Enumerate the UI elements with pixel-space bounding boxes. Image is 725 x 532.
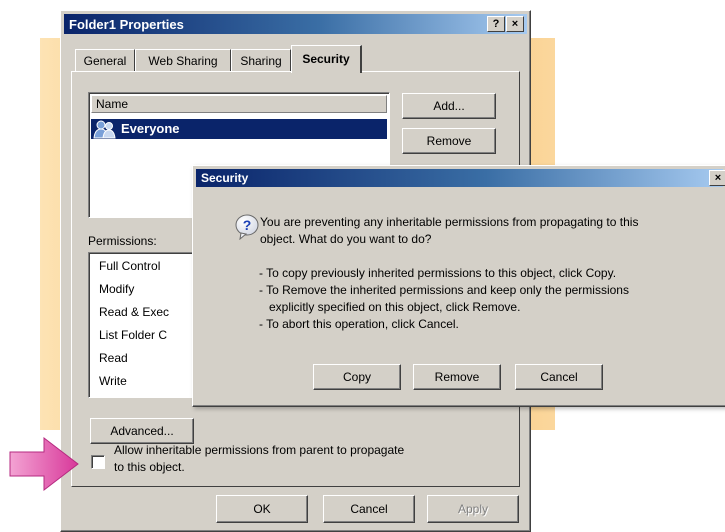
tab-web-sharing[interactable]: Web Sharing	[135, 49, 231, 72]
security-dialog: Security × ? You are preventing any inhe…	[192, 165, 725, 407]
permission-list-folder[interactable]: List Folder C	[99, 328, 167, 342]
inherit-checkbox-label-line-2: to this object.	[114, 460, 185, 474]
cancel-button[interactable]: Cancel	[323, 495, 415, 523]
apply-button[interactable]: Apply	[427, 495, 519, 523]
inherit-permissions-checkbox[interactable]	[91, 455, 105, 469]
security-dialog-title: Security	[201, 171, 249, 185]
dialog-message-line-1: You are preventing any inheritable permi…	[260, 215, 639, 229]
permission-full-control[interactable]: Full Control	[99, 259, 160, 273]
dialog-close-button[interactable]: ×	[709, 170, 725, 186]
tab-sharing[interactable]: Sharing	[231, 49, 291, 72]
ok-button[interactable]: OK	[216, 495, 308, 523]
everyone-label: Everyone	[121, 121, 180, 136]
list-item-everyone[interactable]: Everyone	[91, 119, 387, 139]
question-glyph: ?	[243, 217, 252, 233]
add-button[interactable]: Add...	[402, 93, 496, 119]
question-icon: ?	[235, 214, 259, 241]
users-group-icon	[93, 119, 117, 139]
close-button[interactable]: ×	[506, 16, 524, 32]
permission-write[interactable]: Write	[99, 374, 127, 388]
dialog-option-copy: - To copy previously inherited permissio…	[259, 266, 617, 280]
window-title: Folder1 Properties	[69, 17, 184, 32]
permissions-label: Permissions:	[88, 234, 157, 248]
dialog-message-line-2: object. What do you want to do?	[260, 232, 432, 246]
advanced-button[interactable]: Advanced...	[90, 418, 194, 444]
permission-read-execute[interactable]: Read & Exec	[99, 305, 169, 319]
permission-modify[interactable]: Modify	[99, 282, 134, 296]
dialog-cancel-button[interactable]: Cancel	[515, 364, 603, 390]
dialog-option-remove-1: - To Remove the inherited permissions an…	[259, 283, 629, 297]
tab-security[interactable]: Security	[291, 45, 362, 73]
remove-button[interactable]: Remove	[402, 128, 496, 154]
name-column-label: Name	[96, 97, 129, 111]
help-button[interactable]: ?	[487, 16, 505, 32]
callout-arrow	[8, 434, 79, 492]
dialog-remove-button[interactable]: Remove	[413, 364, 501, 390]
tab-general[interactable]: General	[75, 49, 135, 72]
names-column-header[interactable]: Name	[91, 95, 387, 113]
dialog-option-cancel: - To abort this operation, click Cancel.	[259, 317, 459, 331]
permission-read[interactable]: Read	[99, 351, 128, 365]
dialog-option-remove-2: explicitly specified on this object, cli…	[269, 300, 521, 314]
inherit-checkbox-label-line-1: Allow inheritable permissions from paren…	[114, 443, 405, 457]
security-dialog-title-bar[interactable]: Security ×	[196, 169, 725, 187]
properties-title-bar[interactable]: Folder1 Properties ? ×	[64, 14, 527, 34]
copy-button[interactable]: Copy	[313, 364, 401, 390]
